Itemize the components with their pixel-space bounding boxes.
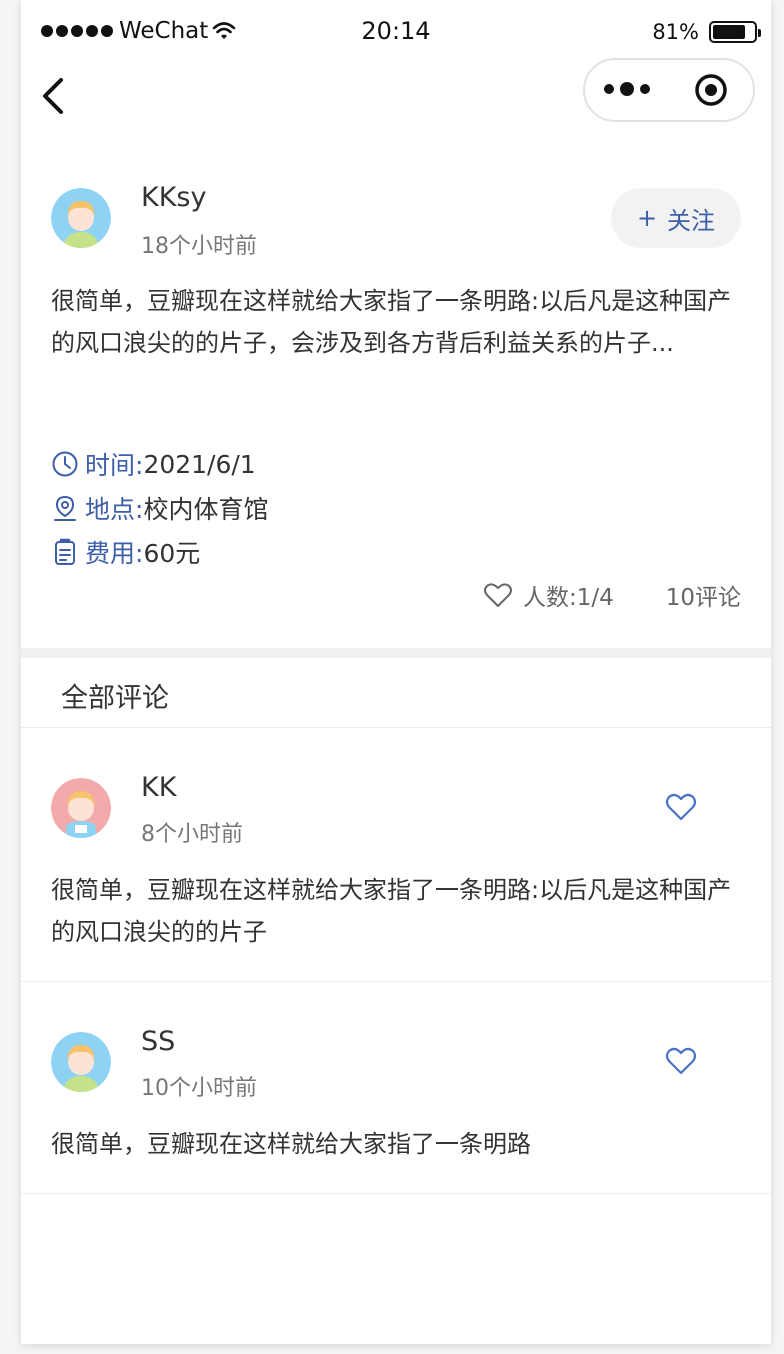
- battery-info: 81%: [652, 20, 761, 44]
- menu-capsule: [583, 58, 755, 122]
- post-footer: 人数:1/4 10评论: [483, 578, 741, 612]
- comment-author[interactable]: SS: [141, 1026, 175, 1057]
- post-card: KKsy 18个小时前 + 关注 很简单，豆瓣现在这样就给大家指了一条明路:以后…: [21, 140, 771, 648]
- heart-outline-icon: [483, 583, 512, 607]
- girl-avatar-icon: [51, 778, 111, 838]
- battery-icon: [709, 21, 761, 43]
- comment-item: KK 8个小时前 很简单，豆瓣现在这样就给大家指了一条明路:以后凡是这种国产的风…: [21, 728, 771, 982]
- plus-icon: +: [636, 204, 658, 232]
- comment-text: 很简单，豆瓣现在这样就给大家指了一条明路:以后凡是这种国产的风口浪尖的的片子: [51, 876, 732, 946]
- post-content: 很简单，豆瓣现在这样就给大家指了一条明路:以后凡是这种国产的风口浪尖的的片子，会…: [51, 287, 732, 357]
- post-time: 18个小时前: [141, 234, 257, 259]
- avatar[interactable]: [51, 778, 111, 838]
- info-fee-value: 60元: [143, 539, 201, 568]
- avatar[interactable]: [51, 1032, 111, 1092]
- section-divider: [21, 648, 771, 658]
- heart-icon[interactable]: [665, 792, 697, 822]
- avatar[interactable]: [51, 188, 111, 248]
- girl-avatar-icon: [51, 1032, 111, 1092]
- info-place-label: 地点:: [85, 495, 144, 524]
- comment-time: 8个小时前: [141, 822, 243, 847]
- info-fee-label: 费用:: [85, 539, 144, 568]
- heart-icon[interactable]: [665, 1046, 697, 1076]
- info-place-value: 校内体育馆: [143, 495, 269, 524]
- phone-screen: WeChat 20:14 81% KKsy 18个小时前 + 关注 很简单，豆瓣…: [21, 0, 771, 1344]
- follow-label: 关注: [667, 206, 716, 235]
- follow-button[interactable]: + 关注: [611, 188, 741, 248]
- battery-level: [713, 25, 746, 39]
- location-pin-icon: [54, 495, 76, 521]
- chevron-left-icon: [43, 78, 63, 114]
- info-time-row: 时间: 2021/6/1: [51, 446, 256, 482]
- more-button[interactable]: [585, 82, 669, 96]
- info-time-label: 时间:: [85, 451, 144, 480]
- clock-icon: [52, 451, 78, 477]
- comment-time: 10个小时前: [141, 1076, 257, 1101]
- comments-title: 全部评论: [61, 683, 169, 714]
- info-fee-row: 费用: 60元: [51, 534, 200, 570]
- back-button[interactable]: [37, 74, 73, 118]
- close-miniprogram-button[interactable]: [669, 73, 753, 107]
- target-circle-icon: [695, 74, 727, 106]
- people-count: 人数:1/4: [522, 585, 614, 611]
- status-bar: WeChat 20:14 81%: [21, 0, 771, 64]
- comment-text: 很简单，豆瓣现在这样就给大家指了一条明路: [51, 1130, 531, 1158]
- comment-item: SS 10个小时前 很简单，豆瓣现在这样就给大家指了一条明路: [21, 982, 771, 1194]
- comments-header: 全部评论: [21, 658, 771, 728]
- comments-count[interactable]: 10评论: [666, 578, 741, 612]
- battery-percent: 81%: [652, 20, 699, 44]
- like-button[interactable]: 人数:1/4: [483, 578, 614, 612]
- girl-avatar-icon: [51, 188, 111, 248]
- nav-bar: [21, 56, 771, 140]
- info-place-row: 地点: 校内体育馆: [51, 490, 268, 526]
- comment-author[interactable]: KK: [141, 772, 176, 803]
- clipboard-icon: [55, 538, 75, 565]
- info-time-value: 2021/6/1: [143, 449, 256, 479]
- author-name[interactable]: KKsy: [141, 182, 206, 213]
